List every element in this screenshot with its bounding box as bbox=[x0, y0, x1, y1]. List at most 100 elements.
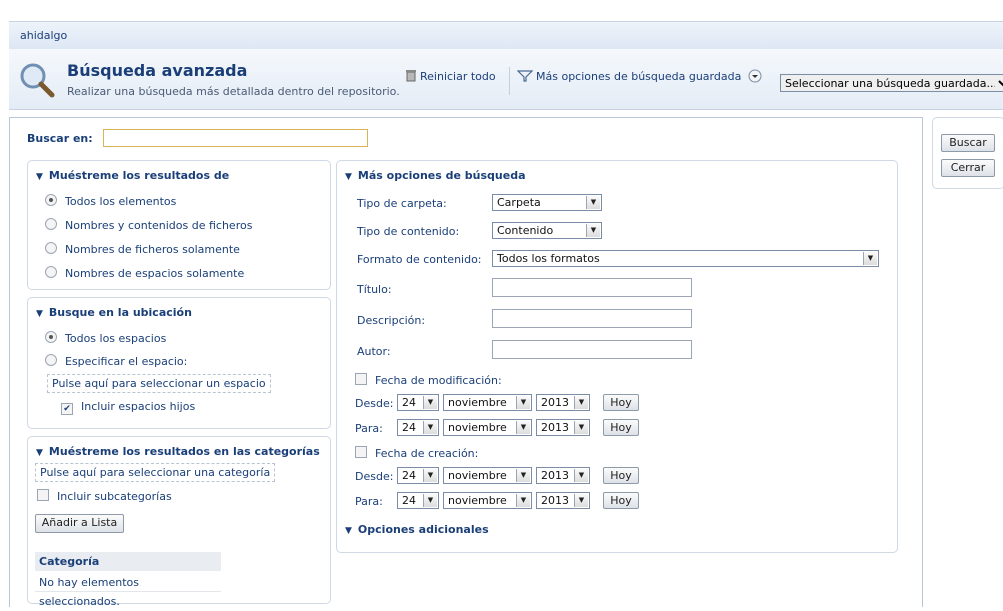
radio-icon bbox=[45, 354, 57, 366]
radio-all-spaces[interactable]: Todos los espacios bbox=[45, 331, 166, 345]
include-child-spaces-checkbox[interactable]: ✔ Incluir espacios hijos bbox=[61, 400, 195, 415]
radio-icon bbox=[45, 331, 57, 343]
checkbox-icon bbox=[355, 373, 367, 385]
created-to-month-select[interactable]: noviembre ▼ bbox=[443, 492, 532, 509]
collapse-triangle-icon: ▼ bbox=[36, 309, 43, 319]
radio-space-names-only[interactable]: Nombres de espacios solamente bbox=[45, 266, 244, 280]
radio-icon bbox=[45, 194, 57, 206]
dropdown-arrow-icon: ▼ bbox=[516, 396, 530, 409]
location-header[interactable]: ▼ Busque en la ubicación bbox=[36, 306, 192, 319]
year-value: 2013 bbox=[541, 421, 569, 434]
saved-search-select[interactable]: Seleccionar una búsqueda guardada... bbox=[780, 74, 1003, 92]
location-box: ▼ Busque en la ubicación Todos los espaci… bbox=[27, 297, 331, 429]
created-from-day-select[interactable]: 24 ▼ bbox=[397, 467, 439, 484]
modified-from-year-select[interactable]: 2013 ▼ bbox=[536, 394, 590, 411]
modified-to-month-select[interactable]: noviembre ▼ bbox=[443, 419, 532, 436]
reset-all-button[interactable]: Reiniciar todo bbox=[405, 69, 496, 83]
results-of-header[interactable]: ▼ Muéstreme los resultados de bbox=[36, 169, 229, 182]
collapse-triangle-icon: ▼ bbox=[345, 526, 352, 536]
search-panel: Buscar en: ▼ Muéstreme los resultados de … bbox=[9, 117, 923, 608]
radio-label: Nombres de espacios solamente bbox=[65, 267, 245, 280]
content-type-label: Tipo de contenido: bbox=[357, 225, 460, 238]
modified-to-today-button[interactable]: Hoy bbox=[603, 419, 639, 436]
dropdown-arrow-icon: ▼ bbox=[586, 224, 600, 237]
more-saved-options-button[interactable]: Más opciones de búsqueda guardada bbox=[516, 69, 762, 83]
dropdown-arrow-icon: ▼ bbox=[516, 469, 530, 482]
created-to-label: Para: bbox=[355, 495, 383, 508]
description-field[interactable] bbox=[492, 309, 692, 328]
modified-to-day-select[interactable]: 24 ▼ bbox=[397, 419, 439, 436]
modification-date-checkbox[interactable]: Fecha de modificación: bbox=[355, 373, 502, 387]
modified-from-month-select[interactable]: noviembre ▼ bbox=[443, 394, 532, 411]
created-from-month-select[interactable]: noviembre ▼ bbox=[443, 467, 532, 484]
select-space-link[interactable]: Pulse aquí para seleccionar un espacio bbox=[47, 374, 271, 393]
category-column-header: Categoría bbox=[35, 552, 221, 571]
created-to-today-button[interactable]: Hoy bbox=[603, 492, 639, 509]
search-input[interactable] bbox=[103, 129, 368, 147]
categories-title: Muéstreme los resultados en las categorí… bbox=[48, 445, 320, 458]
month-value: noviembre bbox=[448, 396, 507, 409]
radio-all-items[interactable]: Todos los elementos bbox=[45, 194, 176, 208]
day-value: 24 bbox=[402, 421, 416, 434]
dropdown-arrow-icon: ▼ bbox=[423, 396, 437, 409]
additional-options-header[interactable]: ▼ Opciones adicionales bbox=[345, 523, 489, 536]
dropdown-arrow-icon: ▼ bbox=[574, 494, 588, 507]
checkbox-label: Incluir subcategorías bbox=[57, 490, 172, 503]
folder-type-select[interactable]: Carpeta ▼ bbox=[492, 194, 602, 211]
checkbox-icon bbox=[355, 446, 367, 458]
radio-label: Nombres y contenidos de ficheros bbox=[65, 219, 253, 232]
search-button[interactable]: Buscar bbox=[941, 134, 995, 152]
created-to-year-select[interactable]: 2013 ▼ bbox=[536, 492, 590, 509]
location-title: Busque en la ubicación bbox=[48, 306, 192, 319]
radio-specify-space[interactable]: Especificar el espacio: bbox=[45, 354, 187, 368]
content-format-select[interactable]: Todos los formatos ▼ bbox=[492, 250, 879, 267]
actions-panel: Buscar Cerrar bbox=[932, 117, 1003, 189]
month-value: noviembre bbox=[448, 421, 507, 434]
close-button[interactable]: Cerrar bbox=[941, 159, 995, 177]
content-type-select[interactable]: Contenido ▼ bbox=[492, 222, 602, 239]
title-field[interactable] bbox=[492, 278, 692, 297]
select-category-link[interactable]: Pulse aquí para seleccionar una categorí… bbox=[35, 463, 276, 482]
modified-to-label: Para: bbox=[355, 422, 383, 435]
more-options-header[interactable]: ▼ Más opciones de búsqueda bbox=[345, 169, 526, 182]
magnifier-icon bbox=[20, 63, 55, 98]
more-saved-options-label: Más opciones de búsqueda guardada bbox=[536, 70, 742, 83]
checkbox-label: Fecha de creación: bbox=[375, 447, 479, 460]
dropdown-arrow-icon: ▼ bbox=[423, 421, 437, 434]
username[interactable]: ahidalgo bbox=[20, 29, 67, 42]
author-field[interactable] bbox=[492, 340, 692, 359]
dropdown-arrow-icon: ▼ bbox=[516, 421, 530, 434]
year-value: 2013 bbox=[541, 469, 569, 482]
trash-icon bbox=[406, 70, 416, 82]
dropdown-arrow-icon: ▼ bbox=[574, 421, 588, 434]
created-from-year-select[interactable]: 2013 ▼ bbox=[536, 467, 590, 484]
results-of-box: ▼ Muéstreme los resultados de Todos los e… bbox=[27, 160, 331, 290]
radio-label: Todos los espacios bbox=[65, 332, 167, 345]
created-to-day-select[interactable]: 24 ▼ bbox=[397, 492, 439, 509]
toolbar-separator bbox=[509, 67, 510, 95]
content-format-value: Todos los formatos bbox=[497, 252, 600, 265]
category-empty-text: No hay elementos seleccionados. bbox=[35, 573, 221, 608]
chevron-down-circle-icon bbox=[748, 69, 762, 83]
title-field-label: Título: bbox=[357, 283, 392, 296]
radio-icon bbox=[45, 242, 57, 254]
content-format-label: Formato de contenido: bbox=[357, 253, 482, 266]
year-value: 2013 bbox=[541, 396, 569, 409]
categories-header[interactable]: ▼ Muéstreme los resultados en las categor… bbox=[36, 445, 320, 458]
more-options-box: ▼ Más opciones de búsqueda Tipo de carpet… bbox=[336, 160, 898, 553]
reset-all-label: Reiniciar todo bbox=[420, 70, 496, 83]
dropdown-arrow-icon: ▼ bbox=[574, 469, 588, 482]
radio-label: Todos los elementos bbox=[65, 195, 177, 208]
creation-date-checkbox[interactable]: Fecha de creación: bbox=[355, 446, 478, 460]
created-from-today-button[interactable]: Hoy bbox=[603, 467, 639, 484]
user-bar: ahidalgo bbox=[9, 21, 1003, 50]
modified-to-year-select[interactable]: 2013 ▼ bbox=[536, 419, 590, 436]
radio-file-names-only[interactable]: Nombres de ficheros solamente bbox=[45, 242, 240, 256]
radio-file-names-contents[interactable]: Nombres y contenidos de ficheros bbox=[45, 218, 252, 232]
modified-from-day-select[interactable]: 24 ▼ bbox=[397, 394, 439, 411]
collapse-triangle-icon: ▼ bbox=[36, 172, 43, 182]
day-value: 24 bbox=[402, 494, 416, 507]
add-to-list-button[interactable]: Añadir a Lista bbox=[35, 514, 124, 533]
include-subcategories-checkbox[interactable]: Incluir subcategorías bbox=[37, 489, 172, 503]
modified-from-today-button[interactable]: Hoy bbox=[603, 394, 639, 411]
